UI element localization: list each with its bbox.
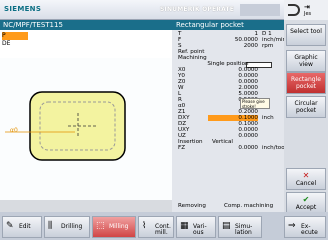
select-tool-button[interactable]: Select tool: [286, 24, 326, 46]
simulation-icon: ▤: [222, 221, 231, 231]
header-status-box: [240, 4, 280, 16]
various-icon: ▦: [180, 221, 189, 231]
arrow-icon: ⇥: [304, 3, 310, 11]
removing-label: Removing: [178, 203, 206, 209]
execute-icon: ⇒: [288, 221, 296, 231]
cancel-button[interactable]: ✕ Cancel: [286, 168, 326, 190]
parameter-form: T1D 1 F 50.0000 inch/min S 2000 rpm Ref. point M…: [172, 30, 290, 200]
right-softkeys: Select tool Graphic view Rectangle pocke…: [284, 20, 328, 220]
pocket-graphic: α0: [0, 58, 172, 200]
edit-icon: ✎: [6, 221, 14, 231]
path-bar: NC/MPF/TEST115 Rectangular pocket: [0, 20, 284, 30]
header-bar: SIEMENS SINUMERIK OPERATE: [0, 0, 284, 20]
program-line[interactable]: DE: [2, 40, 28, 48]
removing-row: Removing Comp. machining: [172, 200, 284, 212]
graphic-view-button[interactable]: Graphic view: [286, 50, 326, 72]
check-icon: ✔: [302, 195, 310, 204]
param-value[interactable]: 0.0000: [208, 145, 258, 151]
close-icon: ✕: [302, 171, 310, 180]
mill-icon: ⬚: [96, 221, 105, 231]
drill-icon: ⫼: [48, 221, 53, 231]
circular-pocket-button[interactable]: Circular pocket: [286, 96, 326, 118]
drilling-button[interactable]: ⫼ Drilling: [44, 216, 90, 238]
angle-label: α0: [10, 127, 18, 134]
program-line[interactable]: P: [2, 32, 28, 40]
contour-icon: ⌇: [142, 221, 147, 231]
rectangle-pocket-button[interactable]: Rectangle pocket: [286, 72, 326, 94]
execute-button[interactable]: ⇒ Ex- ecute: [284, 216, 326, 238]
bottom-softkeys: ✎ Edit ⫼ Drilling ⬚ Milling ⌇ Cont. mill…: [0, 212, 328, 240]
param-row-fz: FZ 0.0000 inch/tooth: [172, 145, 290, 151]
various-button[interactable]: ▦ Vari- ous: [176, 216, 216, 238]
tooltip: Please give stroke!: [240, 98, 270, 109]
program-path: NC/MPF/TEST115: [3, 21, 63, 29]
form-title: Rectangular pocket: [176, 21, 244, 29]
milling-button[interactable]: ⬚ Milling: [92, 216, 136, 238]
simulation-button[interactable]: ▤ Simu- lation: [218, 216, 262, 238]
param-label: FZ: [178, 145, 186, 151]
corner-label: Jes: [304, 11, 312, 17]
menu-back-area[interactable]: ⇥ Jes: [284, 0, 328, 20]
accept-button[interactable]: ✔ Accept: [286, 192, 326, 214]
menu-back-icon: [288, 4, 300, 16]
brand-logo: SIEMENS: [4, 5, 42, 13]
edit-button[interactable]: ✎ Edit: [2, 216, 42, 238]
removing-value[interactable]: Comp. machining: [224, 203, 273, 209]
contour-milling-button[interactable]: ⌇ Cont. mill.: [138, 216, 174, 238]
product-title: SINUMERIK OPERATE: [160, 6, 235, 13]
pocket-drawing: α0: [5, 91, 126, 161]
